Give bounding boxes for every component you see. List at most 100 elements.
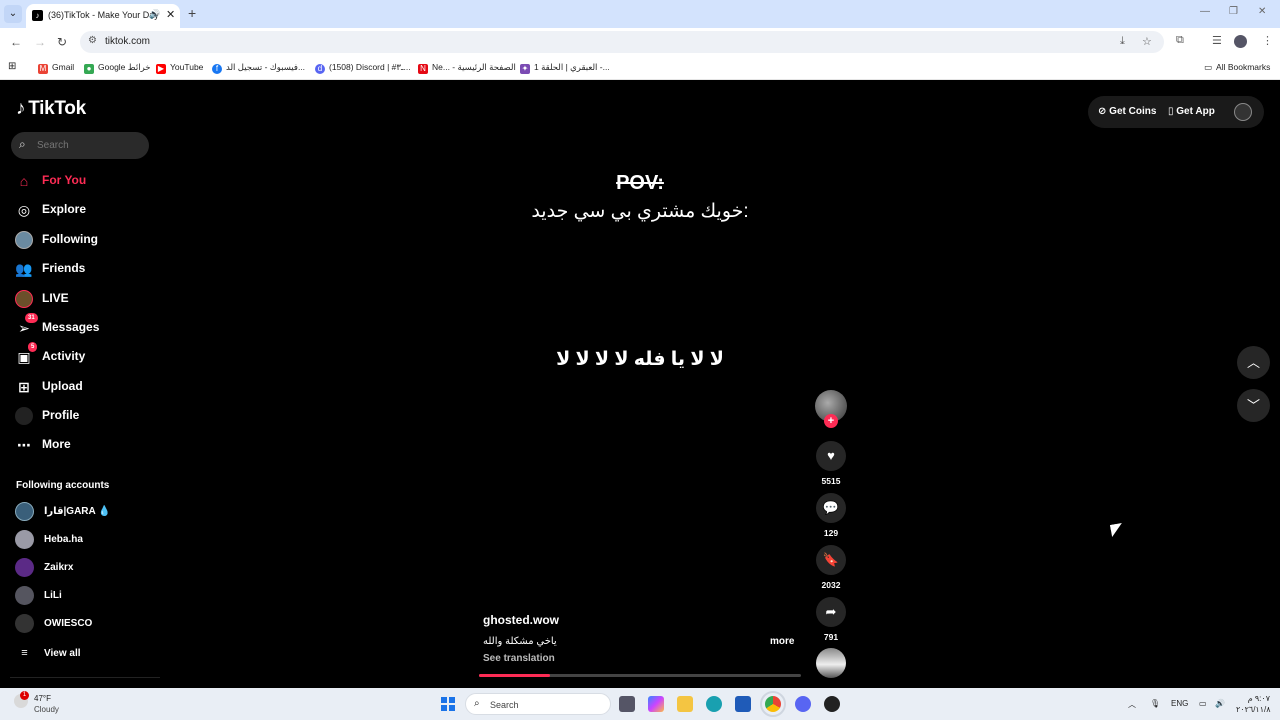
caption-more-link[interactable]: more <box>770 636 794 647</box>
nav-profile[interactable]: Profile <box>15 405 155 427</box>
video-progress-bar[interactable] <box>479 674 801 677</box>
nav-label: Profile <box>42 408 80 422</box>
taskbar-search[interactable]: ⌕ Search <box>465 693 611 715</box>
browser-tab-strip: ⌄ ♪ (36)TikTok - Make Your Day 🔊 ✕ + — ❐… <box>0 0 1280 28</box>
tiktok-note-icon: ♪ <box>16 98 26 119</box>
profile-avatar[interactable] <box>1234 35 1247 48</box>
bookmarks-bar: ⊞ M Gmail ● Google خرائط ▶ YouTube f فيسبوك … <box>0 56 1280 80</box>
view-all-label: View all <box>44 648 81 659</box>
taskbar-search-label: Search <box>490 700 519 710</box>
edge-icon[interactable] <box>706 696 722 712</box>
discord-icon: d <box>315 64 325 74</box>
install-app-icon[interactable]: ⤓ <box>1120 35 1125 48</box>
nav-explore[interactable]: ◎ Explore <box>15 199 155 221</box>
gmail-icon: M <box>38 64 48 74</box>
back-icon[interactable]: ← <box>10 35 22 49</box>
bookmark-star-icon[interactable]: ☆ <box>1142 35 1152 48</box>
task-view-icon[interactable] <box>619 696 635 712</box>
bookmark-facebook[interactable]: f فيسبوك - تسجيل الد... <box>212 62 305 74</box>
nav-more[interactable]: ⋯ More <box>15 434 155 456</box>
plus-square-icon: ⊞ <box>18 379 30 395</box>
clock[interactable]: ٩:٠٧ م ٢٠٢٦/١١/٨ <box>1236 693 1271 715</box>
comment-button[interactable]: 💬 <box>816 493 846 523</box>
tab-search-button[interactable]: ⌄ <box>4 5 22 23</box>
close-window-button[interactable]: ✕ <box>1258 6 1266 17</box>
discord-icon[interactable] <box>795 696 811 712</box>
close-tab-icon[interactable]: ✕ <box>166 8 175 21</box>
new-tab-button[interactable]: + <box>188 5 196 21</box>
maps-pin-icon: ● <box>84 64 94 74</box>
account-zaikrx[interactable]: Zaikrx <box>15 558 155 578</box>
next-video-button[interactable]: ﹀ <box>1237 389 1270 422</box>
previous-video-button[interactable]: ︿ <box>1237 346 1270 379</box>
nav-following[interactable]: Following <box>15 229 155 251</box>
creator-username[interactable]: ghosted.wow <box>483 613 559 627</box>
nav-messages[interactable]: ➢ 31 Messages <box>15 313 155 339</box>
microphone-icon[interactable]: 🎙 <box>1150 699 1160 708</box>
copilot-icon[interactable] <box>648 696 664 712</box>
nav-label: Upload <box>42 379 83 393</box>
address-bar[interactable]: ⚙ tiktok.com ⤓ ☆ <box>80 31 1164 53</box>
comment-count: 129 <box>823 528 839 538</box>
account-avatar <box>15 586 34 605</box>
site-info-icon[interactable]: ⚙ <box>88 35 97 46</box>
volume-icon[interactable]: 🔊 <box>1215 699 1225 708</box>
video-caption: ياخي مشكلة والله <box>483 636 557 647</box>
follow-plus-icon[interactable]: + <box>824 414 838 428</box>
all-bookmarks[interactable]: ▭ All Bookmarks <box>1204 62 1270 73</box>
search-icon: ⌕ <box>474 698 480 709</box>
app-icon[interactable] <box>824 696 840 712</box>
account-gara[interactable]: قارا|GARA 💧 <box>15 502 155 522</box>
see-translation-link[interactable]: See translation <box>483 653 555 664</box>
share-button[interactable]: ➦ <box>816 597 846 627</box>
bookmark-maps[interactable]: ● Google خرائط <box>84 62 151 74</box>
network-icon[interactable]: ▭ <box>1199 699 1207 708</box>
account-owiesco[interactable]: OWIESCO <box>15 614 155 634</box>
nav-activity[interactable]: ▣ 5 Activity <box>15 342 155 368</box>
account-lili[interactable]: LiLi <box>15 586 155 606</box>
nav-upload[interactable]: ⊞ Upload <box>15 376 155 398</box>
extensions-icon[interactable]: ⧉ <box>1176 34 1184 47</box>
nav-for-you[interactable]: ⌂ For You <box>15 170 155 192</box>
search-input[interactable] <box>37 137 142 154</box>
like-button[interactable]: ♥ <box>816 441 846 471</box>
url-text[interactable]: tiktok.com <box>105 36 150 47</box>
language-indicator[interactable]: ENG <box>1171 699 1188 708</box>
forward-icon[interactable]: → <box>34 35 46 49</box>
tray-overflow-icon[interactable]: ︿ <box>1128 699 1136 710</box>
account-avatar <box>15 558 34 577</box>
speaker-icon[interactable]: 🔊 <box>149 9 160 20</box>
get-app-button[interactable]: ▯ Get App <box>1168 106 1215 117</box>
search-box[interactable]: ⌕ <box>11 132 149 159</box>
bookmark-alabqari[interactable]: ✦ العبقري | الحلقة 1 -... <box>520 62 610 74</box>
account-heba[interactable]: Heba.ha <box>15 530 155 550</box>
file-explorer-icon[interactable] <box>677 696 693 712</box>
chrome-icon[interactable] <box>760 691 786 717</box>
reload-icon[interactable]: ↻ <box>57 35 67 49</box>
save-button[interactable]: 🔖 <box>816 545 846 575</box>
minimize-button[interactable]: — <box>1200 6 1210 17</box>
nav-live[interactable]: LIVE <box>15 288 155 310</box>
logo-text: TikTok <box>28 98 86 119</box>
user-avatar[interactable] <box>1234 103 1252 121</box>
video-progress-fill <box>479 674 550 677</box>
menu-kebab-icon[interactable]: ⋮ <box>1262 34 1273 47</box>
media-controls-icon[interactable]: ☰ <box>1212 34 1222 47</box>
bookmark-gmail[interactable]: M Gmail <box>38 62 74 74</box>
bookmark-netflix[interactable]: N Ne... - الصفحة الرئيسية <box>418 62 516 74</box>
get-app-label: Get App <box>1176 106 1215 117</box>
clock-date: ٢٠٢٦/١١/٨ <box>1236 705 1271 714</box>
tiktok-logo[interactable]: ♪ TikTok <box>16 98 86 120</box>
nav-friends[interactable]: 👥 Friends <box>15 258 155 280</box>
music-disc-icon[interactable] <box>816 648 846 678</box>
view-all-accounts[interactable]: ≡ View all <box>15 644 155 664</box>
messages-badge: 31 <box>25 313 38 323</box>
start-button[interactable] <box>441 697 455 711</box>
bookmark-youtube[interactable]: ▶ YouTube <box>156 62 203 74</box>
get-coins-button[interactable]: ⊘ Get Coins <box>1098 106 1156 117</box>
store-icon[interactable] <box>735 696 751 712</box>
bookmark-discord[interactable]: d (1508) Discord | #ـ٣... <box>315 62 411 74</box>
browser-tab[interactable]: ♪ (36)TikTok - Make Your Day 🔊 ✕ <box>26 4 180 28</box>
maximize-button[interactable]: ❐ <box>1229 6 1238 17</box>
apps-grid-icon[interactable]: ⊞ <box>8 61 16 72</box>
